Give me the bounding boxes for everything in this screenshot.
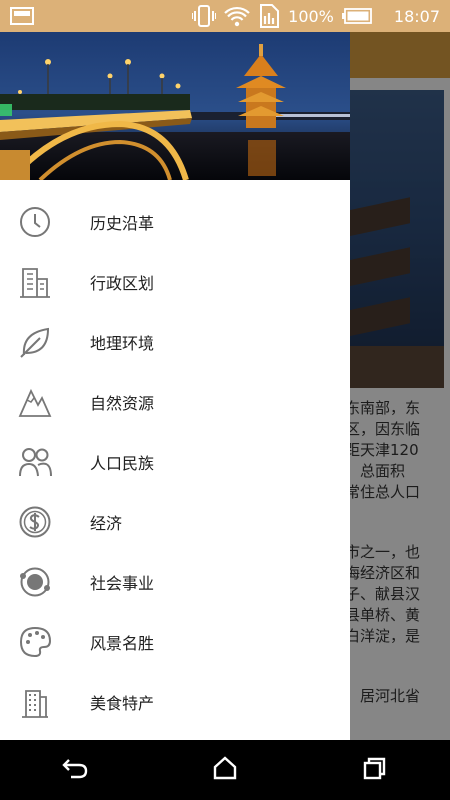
menu-item-label: 地理环境: [90, 334, 155, 353]
vibrate-icon: [192, 5, 217, 27]
tower-icon: [18, 685, 52, 719]
people-icon: [18, 445, 52, 479]
back-icon: [61, 756, 89, 784]
palette-icon: [18, 625, 52, 659]
menu-item-label: 人口民族: [90, 454, 155, 473]
drawer-header-image: [0, 32, 350, 180]
menu-item-label: 历史沿革: [90, 214, 155, 233]
menu-item-label: 社会事业: [90, 574, 155, 593]
menu-item-label: 风景名胜: [90, 634, 155, 653]
recents-icon: [362, 756, 388, 784]
system-nav-bar: [0, 740, 450, 800]
menu-item-food-specialties[interactable]: 美食特产: [0, 672, 350, 732]
navigation-drawer: 历史沿革 行政区划 地理环境 自然资源 人口民族 经济 社会事业 风景名胜 美食…: [0, 32, 350, 740]
menu-item-economy[interactable]: 经济: [0, 492, 350, 552]
menu-item-label: 经济: [90, 514, 123, 533]
home-button[interactable]: [195, 750, 255, 790]
menu-item-natural-resources[interactable]: 自然资源: [0, 372, 350, 432]
menu-item-geography[interactable]: 地理环境: [0, 312, 350, 372]
clock-time: 18:07: [393, 6, 440, 26]
menu-item-population[interactable]: 人口民族: [0, 432, 350, 492]
dollar-icon: [18, 505, 52, 539]
battery-icon: [341, 8, 372, 24]
menu-item-history[interactable]: 历史沿革: [0, 192, 350, 252]
clock-icon: [18, 205, 52, 239]
back-button[interactable]: [45, 750, 105, 790]
menu-item-label: 自然资源: [90, 394, 155, 413]
building-icon: [18, 265, 52, 299]
menu-item-label: 美食特产: [90, 694, 155, 713]
menu-item-scenic-spots[interactable]: 风景名胜: [0, 612, 350, 672]
drawer-menu: 历史沿革 行政区划 地理环境 自然资源 人口民族 经济 社会事业 风景名胜 美食…: [0, 192, 350, 732]
menu-item-administrative-division[interactable]: 行政区划: [0, 252, 350, 312]
recents-button[interactable]: [345, 750, 405, 790]
home-icon: [212, 756, 238, 784]
battery-percent: 100%: [288, 6, 334, 26]
menu-item-social-affairs[interactable]: 社会事业: [0, 552, 350, 612]
orbit-icon: [18, 565, 52, 599]
status-bar: 100% 18:07: [0, 0, 450, 32]
mountain-icon: [18, 385, 52, 419]
sim-icon: [258, 4, 280, 28]
menu-item-label: 行政区划: [90, 274, 155, 293]
leaf-icon: [18, 325, 52, 359]
screenshot-icon: [10, 7, 34, 25]
wifi-icon: [224, 5, 250, 27]
